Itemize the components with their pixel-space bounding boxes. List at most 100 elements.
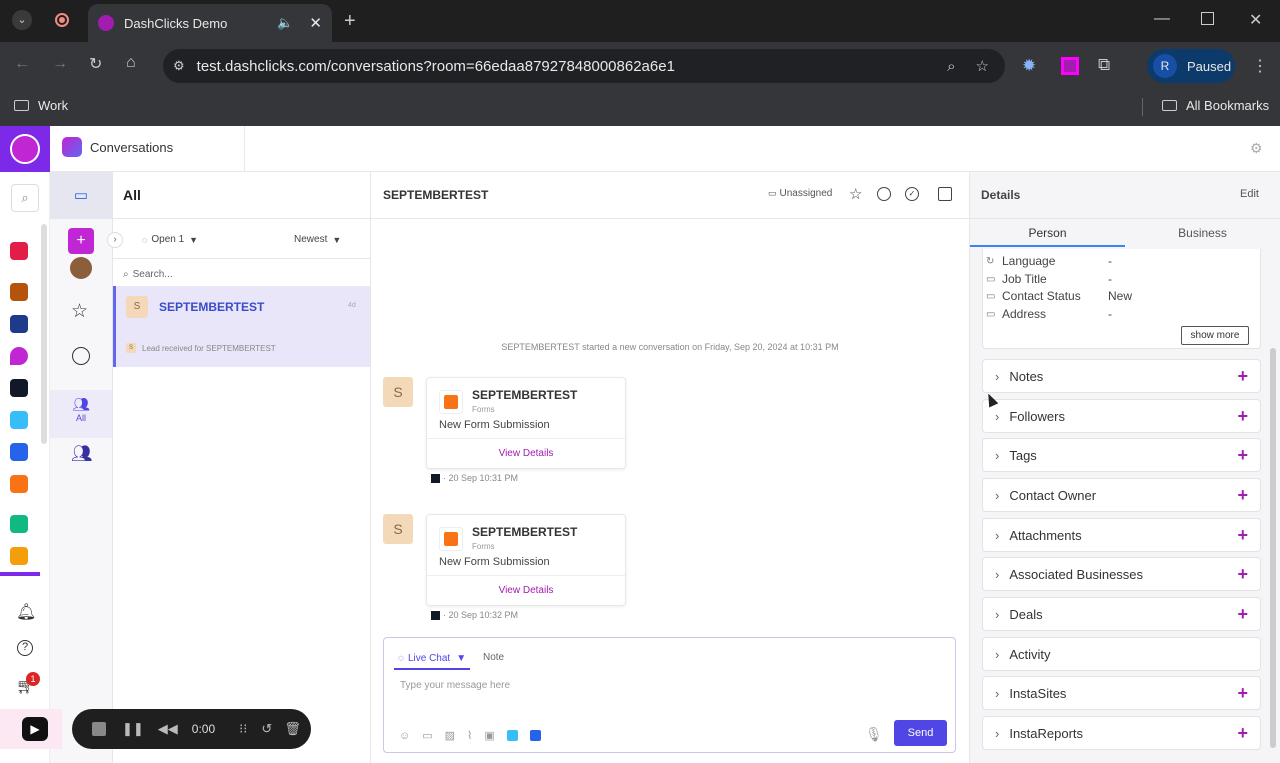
snooze-clock-icon[interactable] (877, 187, 891, 201)
nav-user-avatar[interactable] (70, 257, 92, 279)
add-tag-icon[interactable]: + (1237, 445, 1248, 466)
close-window-icon[interactable]: ✕ (1249, 10, 1262, 30)
bookmark-folder-work[interactable]: Work (14, 98, 68, 113)
resolve-check-icon[interactable]: ✓ (905, 187, 919, 201)
live-chat-tab[interactable]: ◌ Live Chat ▼ (394, 648, 471, 670)
gif-icon[interactable]: ▭ (422, 729, 432, 742)
details-scrollbar[interactable] (1270, 348, 1276, 748)
section-activity[interactable]: › Activity (982, 637, 1261, 671)
nav-all[interactable]: 👥︎ All (50, 390, 112, 438)
app-logo[interactable] (0, 126, 50, 172)
assignee-dropdown[interactable]: ▭ Unassigned (768, 188, 832, 199)
close-tab-icon[interactable]: ✕ (309, 14, 322, 32)
rail-scrollbar[interactable] (41, 224, 47, 444)
section-tags[interactable]: › Tags + (982, 438, 1261, 472)
sort-dropdown[interactable]: Newest ▼ (294, 234, 341, 245)
toggle-panel-icon[interactable] (938, 187, 952, 201)
sites-icon[interactable] (506, 730, 518, 741)
monitor-icon[interactable] (10, 315, 28, 333)
add-deal-icon[interactable]: + (1237, 604, 1248, 625)
recorder-handle[interactable]: ▶ (0, 709, 62, 749)
message-input[interactable]: Type your message here (400, 680, 840, 691)
mic-muted-icon[interactable]: 🎙︎ (865, 726, 883, 743)
grid-icon[interactable]: ⁝⁝ (239, 721, 247, 737)
home-icon[interactable]: ⌂ (126, 54, 136, 72)
section-instareports[interactable]: › InstaReports + (982, 716, 1261, 750)
add-follower-icon[interactable]: + (1237, 406, 1248, 427)
section-contact-owner[interactable]: › Contact Owner + (982, 478, 1261, 512)
profile-button[interactable]: R Paused (1147, 49, 1235, 83)
tab-business[interactable]: Business (1125, 219, 1280, 247)
add-business-icon[interactable]: + (1237, 564, 1248, 585)
emoji-icon[interactable]: ☺ (399, 730, 410, 742)
help-icon[interactable]: ? (17, 640, 33, 656)
section-deals[interactable]: › Deals + (982, 597, 1261, 631)
extensions-puzzle-icon[interactable]: ⧉ (1098, 55, 1110, 75)
section-followers[interactable]: › Followers + (982, 399, 1261, 433)
browser-tab[interactable]: DashClicks Demo 🔈 ✕ (88, 4, 332, 42)
zoom-icon[interactable]: ⌕ (947, 58, 955, 75)
site-info-icon[interactable]: ⚙ (173, 58, 185, 74)
add-owner-icon[interactable]: + (1237, 485, 1248, 506)
restart-icon[interactable]: ↺ (261, 721, 272, 737)
minimize-icon[interactable]: — (1154, 10, 1170, 28)
edit-button[interactable]: Edit (1240, 188, 1259, 200)
browser-icon[interactable] (10, 515, 28, 533)
image-icon[interactable]: ▨ (445, 729, 455, 742)
section-associated-businesses[interactable]: › Associated Businesses + (982, 557, 1261, 591)
inbox-icon[interactable] (10, 443, 28, 461)
section-instasites[interactable]: › InstaSites + (982, 676, 1261, 710)
forms-icon[interactable] (10, 475, 28, 493)
add-instareport-icon[interactable]: + (1237, 723, 1248, 744)
section-notes[interactable]: › Notes + (982, 359, 1261, 393)
back-icon[interactable]: ← (14, 55, 30, 73)
nav-inbox-icon[interactable]: ▭ (50, 172, 112, 219)
extension-square-icon[interactable] (1061, 57, 1079, 75)
new-conversation-button[interactable]: + (68, 228, 94, 254)
inbox-app-icon[interactable] (529, 730, 541, 741)
audio-icon[interactable]: 🔈 (277, 15, 293, 31)
analytics-icon[interactable] (10, 379, 28, 397)
tab-search-icon[interactable]: ⌄ (12, 10, 32, 30)
notifications-bell-icon[interactable]: 🔔︎ (16, 602, 36, 622)
note-tab[interactable]: Note (483, 652, 504, 663)
expand-chevron-icon[interactable]: › (107, 232, 123, 248)
browser-menu-icon[interactable]: ⋮ (1252, 56, 1268, 76)
add-attachment-icon[interactable]: + (1237, 525, 1248, 546)
view-details-button[interactable]: View Details (427, 448, 625, 459)
view-details-button[interactable]: View Details (427, 585, 625, 596)
delete-icon[interactable]: 🗑︎ (284, 721, 301, 737)
sites-icon[interactable] (10, 411, 28, 429)
search-icon[interactable]: ⌕ (11, 184, 39, 212)
recording-icon[interactable] (55, 13, 69, 27)
template-icon[interactable]: ▣ (484, 729, 494, 742)
status-filter-dropdown[interactable]: ◌ Open 1 ▼ (142, 234, 198, 245)
search-field[interactable]: ⌕ Search... (123, 262, 363, 286)
camera-icon[interactable]: ▶ (22, 717, 48, 741)
star-icon[interactable]: ☆ (849, 185, 862, 203)
tab-person[interactable]: Person (970, 219, 1125, 247)
location-pin-icon[interactable] (10, 347, 28, 365)
bookmark-star-icon[interactable]: ☆ (976, 57, 989, 75)
extension-gear-icon[interactable]: ✹ (1022, 56, 1042, 76)
conversation-row[interactable]: S SEPTEMBERTEST 4d S Lead received for S… (113, 286, 370, 367)
funnel-icon[interactable] (10, 283, 28, 301)
send-button[interactable]: Send (894, 720, 947, 746)
show-more-button[interactable]: show more (1181, 326, 1249, 345)
nav-group-icon[interactable]: 👥︎ (71, 444, 93, 464)
add-instasite-icon[interactable]: + (1237, 683, 1248, 704)
nav-contact-icon[interactable] (72, 347, 90, 365)
stop-icon[interactable] (92, 722, 106, 736)
pause-icon[interactable]: ❚❚ (122, 721, 144, 737)
store-icon[interactable] (10, 242, 28, 260)
forward-icon[interactable]: → (52, 55, 68, 73)
address-bar[interactable]: ⚙ test.dashclicks.com/conversations?room… (163, 49, 1005, 83)
reports-icon[interactable] (10, 547, 28, 565)
all-bookmarks-button[interactable]: All Bookmarks (1162, 98, 1269, 113)
nav-starred-icon[interactable]: ☆ (71, 300, 88, 323)
section-attachments[interactable]: › Attachments + (982, 518, 1261, 552)
url-text[interactable]: test.dashclicks.com/conversations?room=6… (197, 58, 675, 75)
reload-icon[interactable]: ↻ (89, 54, 102, 74)
settings-gear-icon[interactable]: ⚙ (1250, 140, 1263, 157)
attachment-icon[interactable]: ⌇ (467, 729, 472, 742)
